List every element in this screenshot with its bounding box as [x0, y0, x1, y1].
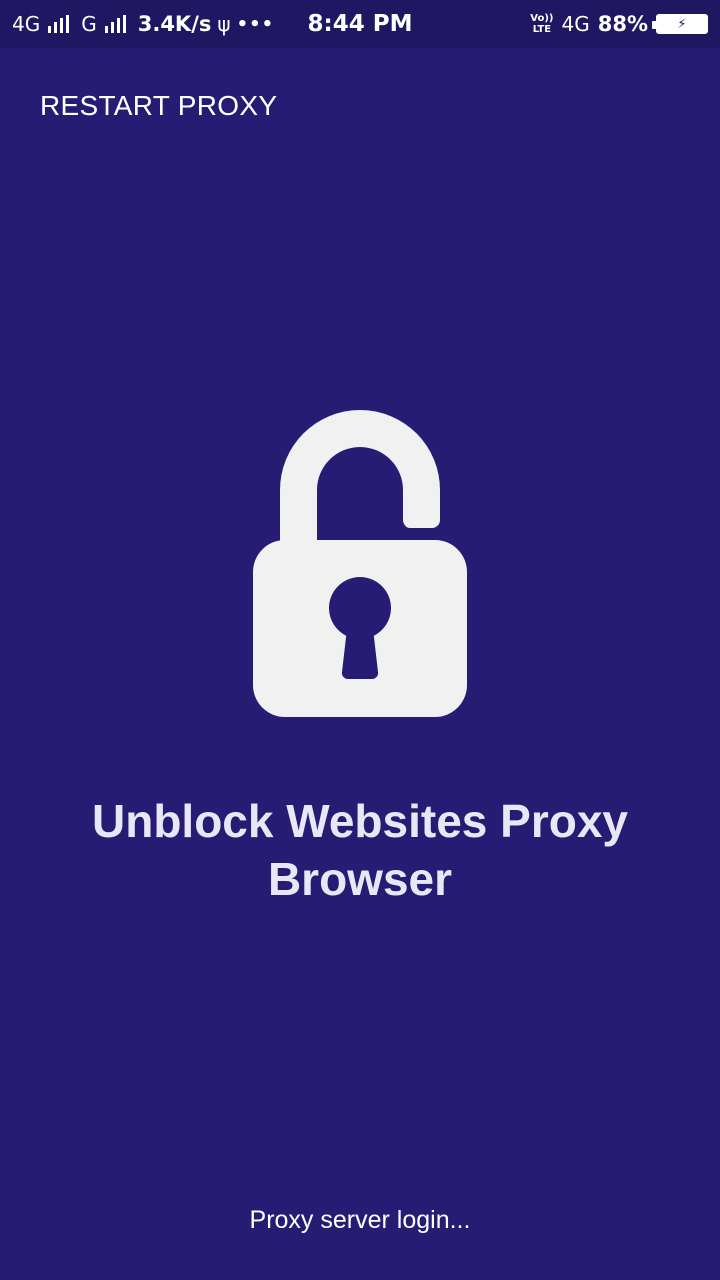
app-screen: 4G G 3.4K/s ψ ••• 8:44 PM Vo)) LTE 4G 88…: [0, 0, 720, 1280]
signal-strength-icon: [48, 15, 70, 33]
battery-percent: 88%: [597, 12, 648, 36]
status-bar-right: Vo)) LTE 4G 88% ⚡: [530, 0, 708, 48]
network-speed: 3.4K/s: [137, 12, 212, 36]
status-bar: 4G G 3.4K/s ψ ••• 8:44 PM Vo)) LTE 4G 88…: [0, 0, 720, 48]
unlocked-padlock-icon: [250, 410, 470, 720]
app-title: Unblock Websites Proxy Browser: [92, 795, 628, 905]
network-type-1: 4G: [12, 12, 41, 36]
volte-top: Vo)): [530, 13, 554, 24]
network-type-2: G: [81, 12, 97, 36]
network-type-3: 4G: [561, 12, 590, 36]
login-status-text: Proxy server login...: [249, 1206, 471, 1234]
more-notifications-icon: •••: [236, 13, 275, 35]
battery-icon: ⚡: [652, 14, 708, 34]
charging-bolt-icon: ⚡: [677, 16, 687, 32]
status-time: 8:44 PM: [307, 11, 413, 37]
volte-icon: Vo)) LTE: [530, 13, 553, 35]
status-bar-left: 4G G 3.4K/s ψ •••: [12, 0, 274, 48]
signal-strength-icon-2: [104, 15, 126, 33]
usb-icon: ψ: [217, 12, 231, 36]
volte-bottom: LTE: [532, 24, 552, 35]
restart-proxy-button[interactable]: RESTART PROXY: [40, 90, 277, 122]
